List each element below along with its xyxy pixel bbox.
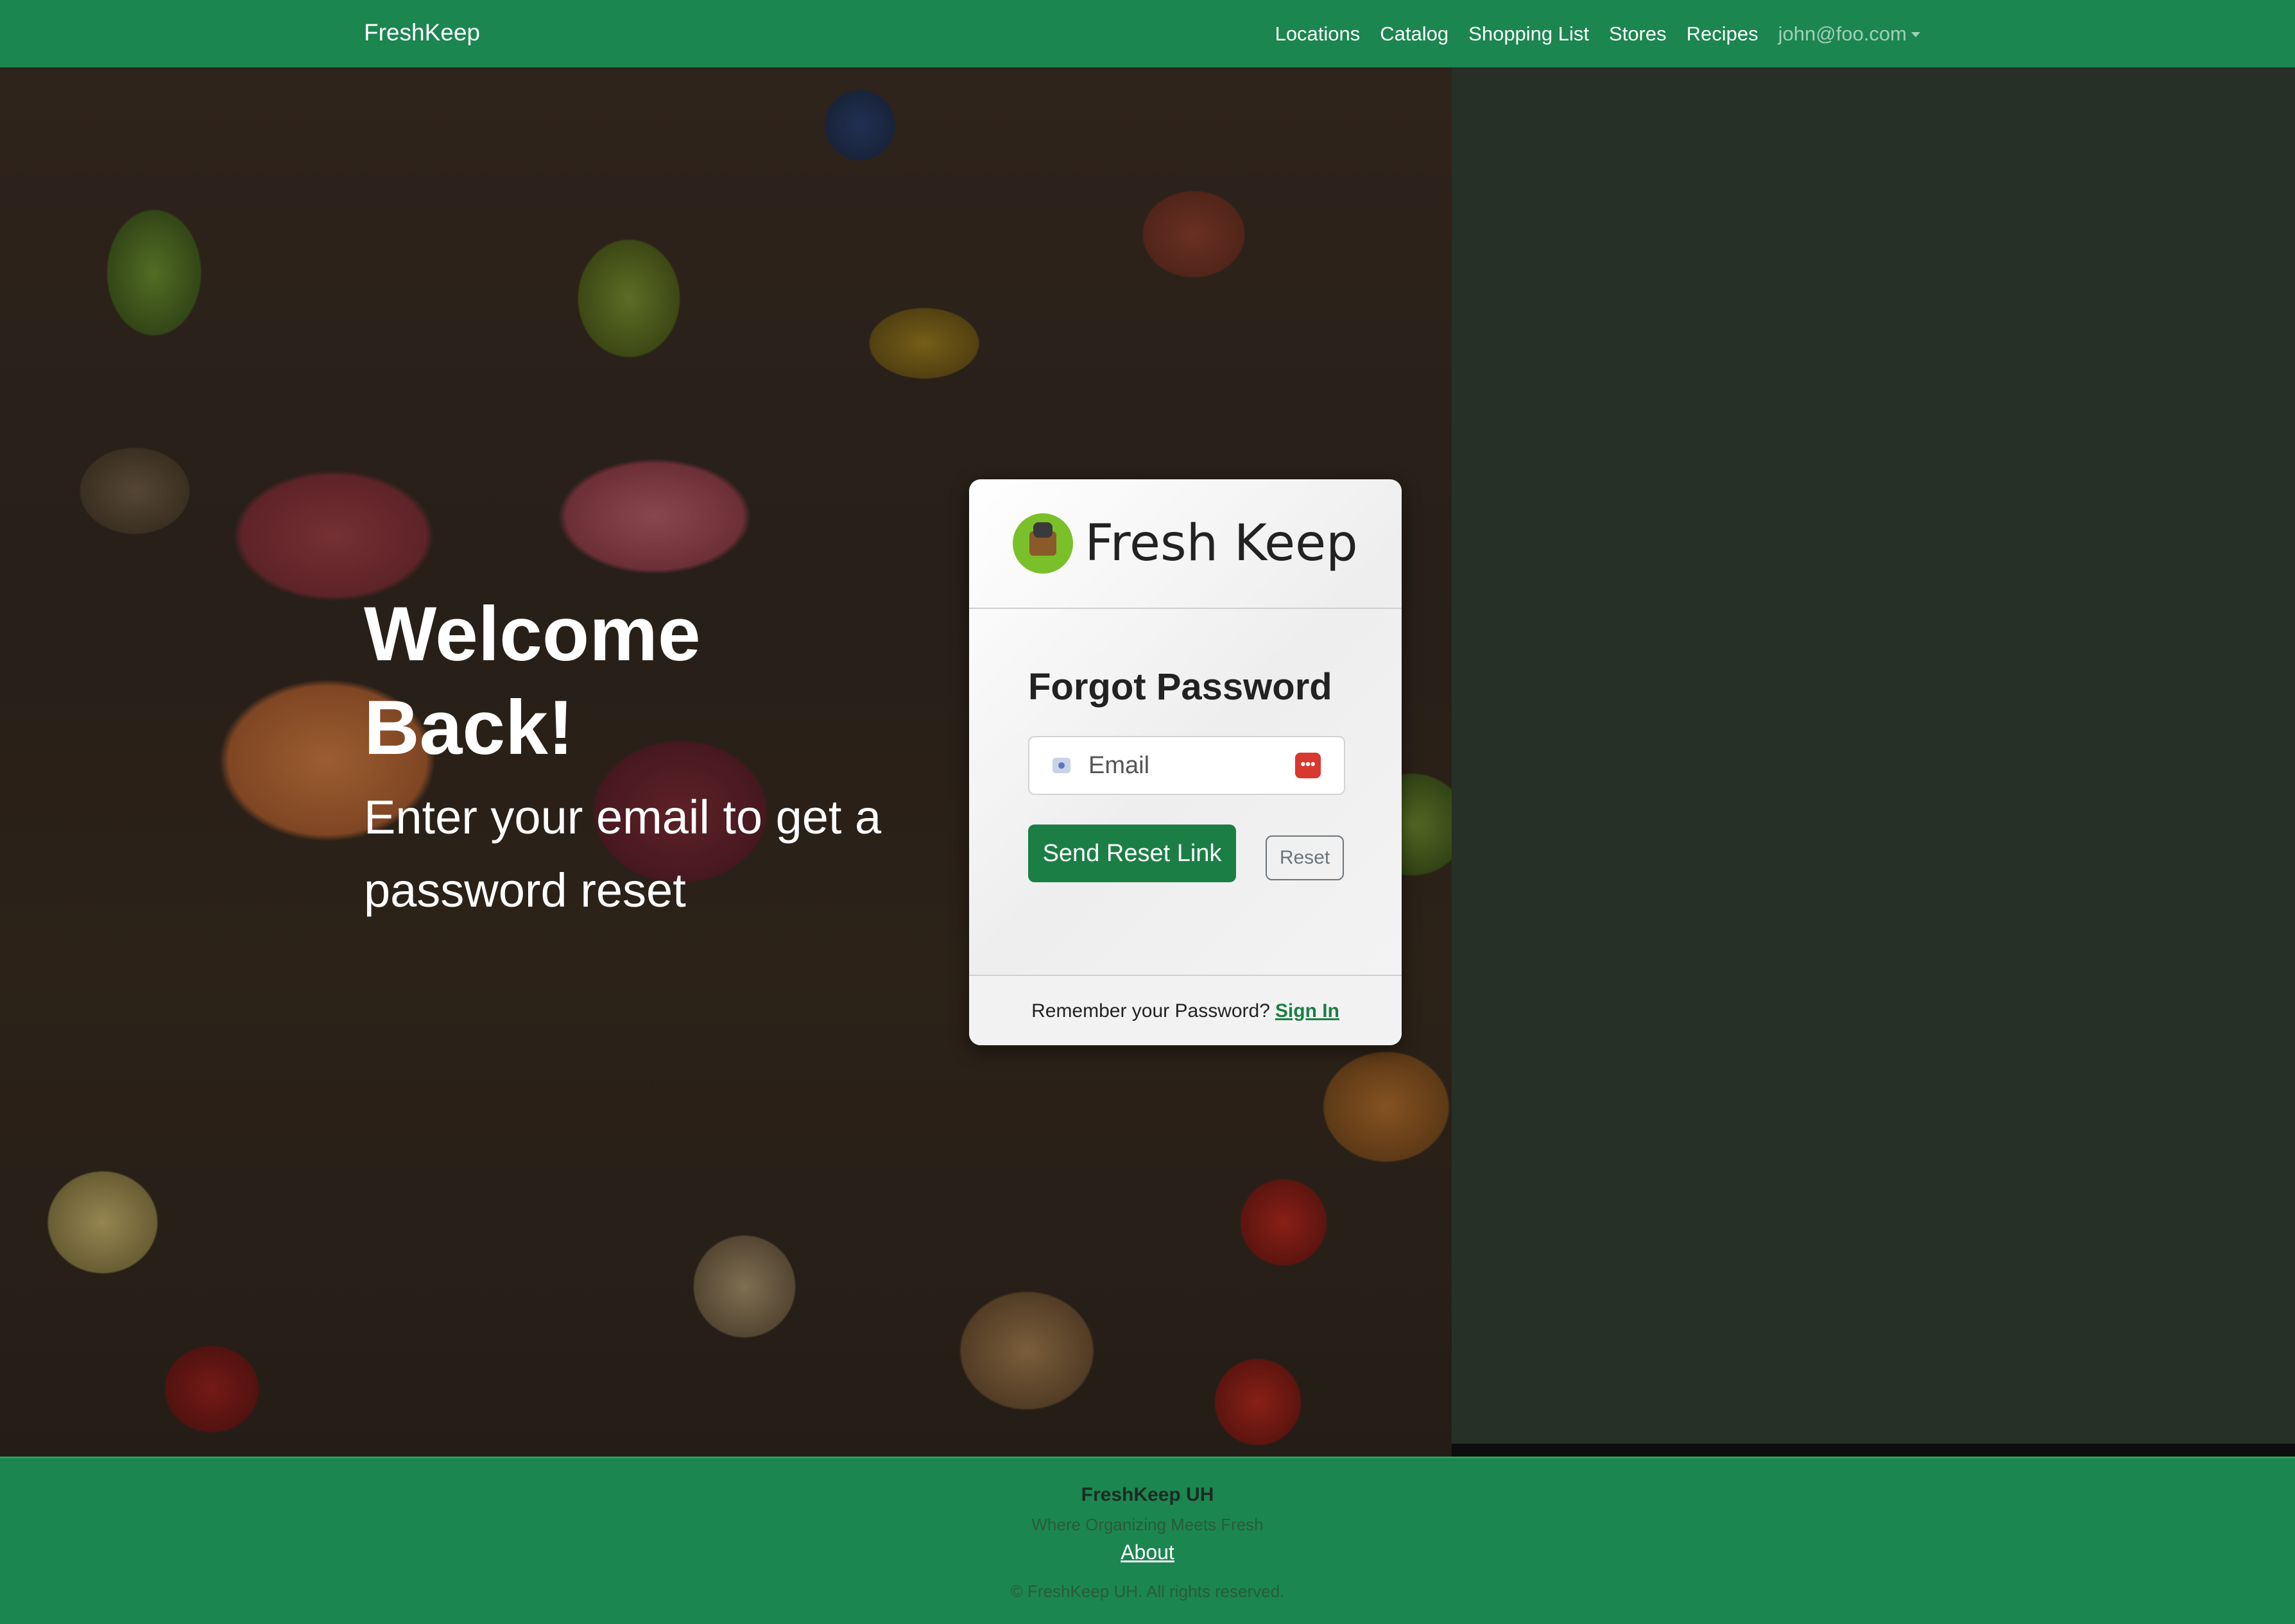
top-navbar: FreshKeep Locations Catalog Shopping Lis… <box>0 0 2295 67</box>
forgot-password-card: Fresh Keep Forgot Password ••• Send Rese… <box>969 479 1402 1045</box>
hero-title: Welcome Back! <box>364 591 701 771</box>
about-link[interactable]: About <box>1121 1541 1174 1564</box>
card-footer: Remember your Password? Sign In <box>969 975 1402 1045</box>
card-header: Fresh Keep <box>969 479 1402 609</box>
fresh-keep-logo-icon <box>1013 513 1074 574</box>
user-email: john@foo.com <box>1778 22 1907 45</box>
hero-text: Welcome Back! Enter your email to get a … <box>364 587 941 927</box>
password-manager-icon[interactable]: ••• <box>1295 753 1321 778</box>
email-contact-icon <box>1053 758 1070 773</box>
email-field-wrapper: ••• <box>1028 736 1345 795</box>
divider <box>1452 1444 2295 1457</box>
chevron-down-icon <box>1911 31 1920 37</box>
footer-tagline: Where Organizing Meets Fresh <box>1031 1515 1264 1534</box>
nav-link-locations[interactable]: Locations <box>1275 22 1361 46</box>
reset-button[interactable]: Reset <box>1266 835 1344 880</box>
card-body: Forgot Password ••• Send Reset Link Rese… <box>1028 665 1349 882</box>
right-panel <box>1452 67 2295 1444</box>
footer-copyright: © FreshKeep UH. All rights reserved. <box>1010 1582 1285 1601</box>
email-input[interactable] <box>1087 749 1282 782</box>
nav-link-catalog[interactable]: Catalog <box>1380 22 1448 46</box>
mascot-icon <box>1033 522 1053 538</box>
nav-link-shopping-list[interactable]: Shopping List <box>1468 22 1589 46</box>
brand-link[interactable]: FreshKeep <box>364 19 480 46</box>
nav-links: Locations Catalog Shopping List Stores R… <box>1275 0 1920 67</box>
hero-subtitle: Enter your email to get a password reset <box>364 791 882 917</box>
form-heading: Forgot Password <box>1028 666 1332 708</box>
card-brand-title: Fresh Keep <box>1085 515 1358 572</box>
send-reset-link-button[interactable]: Send Reset Link <box>1028 825 1236 882</box>
user-dropdown[interactable]: john@foo.com <box>1778 22 1920 46</box>
page-footer: FreshKeep UH Where Organizing Meets Fres… <box>0 1457 2295 1624</box>
footer-title: FreshKeep UH <box>1081 1484 1214 1505</box>
nav-link-recipes[interactable]: Recipes <box>1687 22 1758 46</box>
sign-in-link[interactable]: Sign In <box>1275 1000 1339 1022</box>
remember-password-text: Remember your Password? <box>1031 1000 1270 1021</box>
nav-link-stores[interactable]: Stores <box>1609 22 1667 46</box>
footer-about: About <box>0 1541 2295 1564</box>
